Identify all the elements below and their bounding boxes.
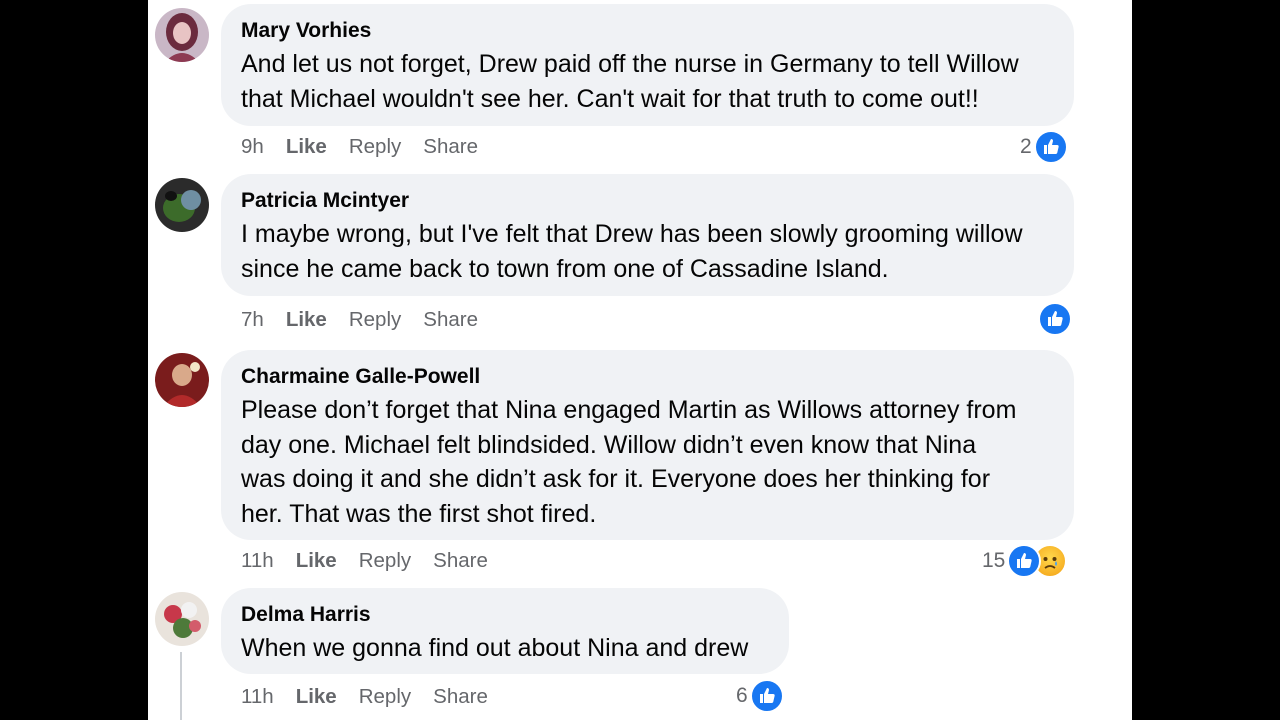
comment-timestamp[interactable]: 7h <box>241 308 264 332</box>
comment-text-line: I maybe wrong, but I've felt that Drew h… <box>241 220 1023 248</box>
thumbs-up-icon <box>1033 130 1068 164</box>
comment-bubble: Delma Harris When we gonna find out abou… <box>221 588 789 674</box>
like-button[interactable]: Like <box>296 685 337 709</box>
reply-button[interactable]: Reply <box>349 135 401 159</box>
comment-author[interactable]: Charmaine Galle-Powell <box>241 365 1054 389</box>
avatar[interactable] <box>155 353 209 407</box>
comment-text-line: her. That was the first shot fired. <box>241 499 597 528</box>
share-button[interactable]: Share <box>423 135 478 159</box>
share-button[interactable]: Share <box>423 308 478 332</box>
comment-timestamp[interactable]: 9h <box>241 135 264 159</box>
avatar[interactable] <box>155 592 209 646</box>
reaction-count: 15 <box>982 549 1006 572</box>
reply-button[interactable]: Reply <box>359 685 411 709</box>
thread-line <box>180 652 182 720</box>
comment-text: Please don’t forget that Nina engaged Ma… <box>241 393 1054 531</box>
reaction-count: 6 <box>736 684 748 707</box>
comment-timestamp[interactable]: 11h <box>241 549 274 573</box>
comment-text: I maybe wrong, but I've felt that Drew h… <box>241 217 1054 286</box>
thumbs-up-icon <box>749 679 784 713</box>
reply-button[interactable]: Reply <box>359 549 411 573</box>
reaction-summary[interactable]: 2 <box>1020 130 1068 164</box>
comment-bubble: Mary Vorhies And let us not forget, Drew… <box>221 4 1074 126</box>
like-button[interactable]: Like <box>286 308 327 332</box>
thumbs-up-icon <box>1038 302 1072 336</box>
comment-author[interactable]: Mary Vorhies <box>241 19 1054 43</box>
comment-text-line: Please don’t forget that Nina engaged Ma… <box>241 396 1017 424</box>
reaction-summary[interactable]: 15 <box>982 544 1068 578</box>
comment-text-line: since he came back to town from one of C… <box>241 254 889 283</box>
comment-author[interactable]: Patricia Mcintyer <box>241 189 1054 213</box>
comment-text-line: was doing it and she didn’t ask for it. … <box>241 465 991 493</box>
comments-panel: Mary Vorhies And let us not forget, Drew… <box>148 0 1132 720</box>
comment-author[interactable]: Delma Harris <box>241 603 769 627</box>
like-button[interactable]: Like <box>286 135 327 159</box>
share-button[interactable]: Share <box>433 685 488 709</box>
comment-text-line: When we gonna find out about Nina and dr… <box>241 634 749 662</box>
comment-actions: 11h Like Reply Share <box>241 546 488 576</box>
comment-text-line: And let us not forget, Drew paid off the… <box>241 50 1019 78</box>
avatar[interactable] <box>155 178 209 232</box>
comment-text: And let us not forget, Drew paid off the… <box>241 47 1054 116</box>
reaction-count: 2 <box>1020 135 1032 158</box>
comment-text-line: that Michael wouldn't see her. Can't wai… <box>241 84 979 113</box>
comment-actions: 11h Like Reply Share <box>241 682 488 712</box>
comment-text-line: day one. Michael felt blindsided. Willow… <box>241 430 977 459</box>
comment-text: When we gonna find out about Nina and dr… <box>241 631 769 666</box>
like-button[interactable]: Like <box>296 549 337 573</box>
avatar[interactable] <box>155 8 209 62</box>
comment-actions: 7h Like Reply Share <box>241 305 478 335</box>
reaction-summary[interactable] <box>1038 302 1072 336</box>
reply-button[interactable]: Reply <box>349 308 401 332</box>
thumbs-up-icon <box>1007 544 1042 578</box>
comment-actions: 9h Like Reply Share <box>241 132 478 162</box>
comment-bubble: Charmaine Galle-Powell Please don’t forg… <box>221 350 1074 540</box>
comment-bubble: Patricia Mcintyer I maybe wrong, but I'v… <box>221 174 1074 296</box>
reaction-summary[interactable]: 6 <box>736 679 784 713</box>
share-button[interactable]: Share <box>433 549 488 573</box>
comment-timestamp[interactable]: 11h <box>241 685 274 709</box>
